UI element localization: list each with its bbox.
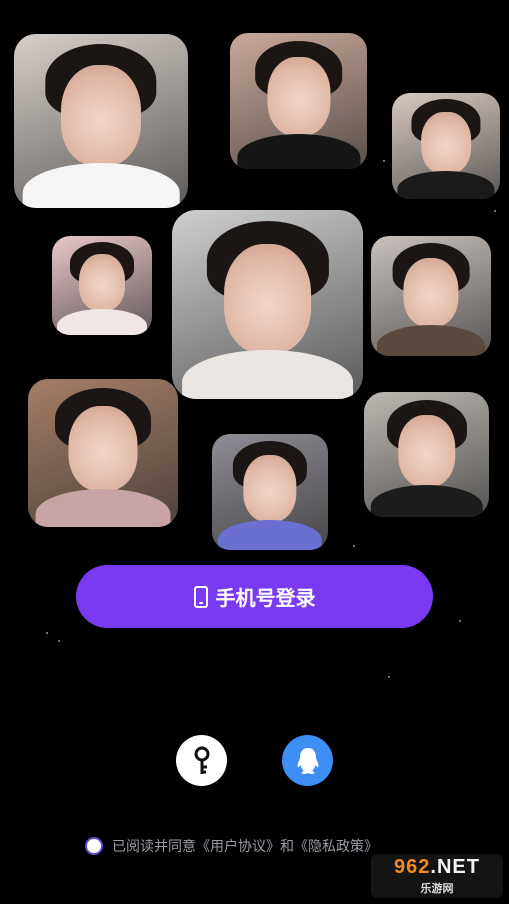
avatar-photo-2 (230, 33, 367, 169)
star-decoration (494, 210, 496, 212)
phone-login-button[interactable]: 手机号登录 (76, 565, 433, 628)
star-decoration (459, 620, 461, 622)
qq-icon (297, 747, 318, 774)
watermark-subtitle: 乐游网 (420, 883, 454, 895)
qq-login-button[interactable] (282, 735, 333, 786)
avatar-photo-8 (212, 434, 328, 550)
star-decoration (58, 640, 60, 642)
phone-icon (193, 585, 208, 608)
avatar-photo-5 (172, 210, 363, 399)
agreement-text: 已阅读并同意《用户协议》和《隐私政策》 (112, 838, 378, 854)
star-decoration (353, 545, 355, 547)
watermark-title: 962.NET (394, 856, 480, 879)
avatar-photo-3 (392, 93, 500, 199)
avatar-photo-7 (28, 379, 178, 527)
watermark-number: 962 (394, 856, 431, 878)
avatar-photo-1 (14, 34, 188, 208)
phone-login-label: 手机号登录 (215, 588, 316, 610)
avatar-photo-6 (371, 236, 491, 356)
star-decoration (383, 160, 385, 162)
key-login-button[interactable] (176, 735, 227, 786)
star-decoration (46, 632, 48, 634)
agreement-row: 已阅读并同意《用户协议》和《隐私政策》 (85, 834, 378, 858)
watermark-suffix: .NET (430, 856, 480, 878)
avatar-photo-4 (52, 236, 152, 335)
key-icon (194, 746, 209, 774)
star-decoration (388, 676, 390, 678)
agreement-checkbox[interactable] (85, 837, 103, 855)
site-watermark: 962.NET 乐游网 (371, 854, 503, 898)
avatar-photo-9 (364, 392, 489, 517)
